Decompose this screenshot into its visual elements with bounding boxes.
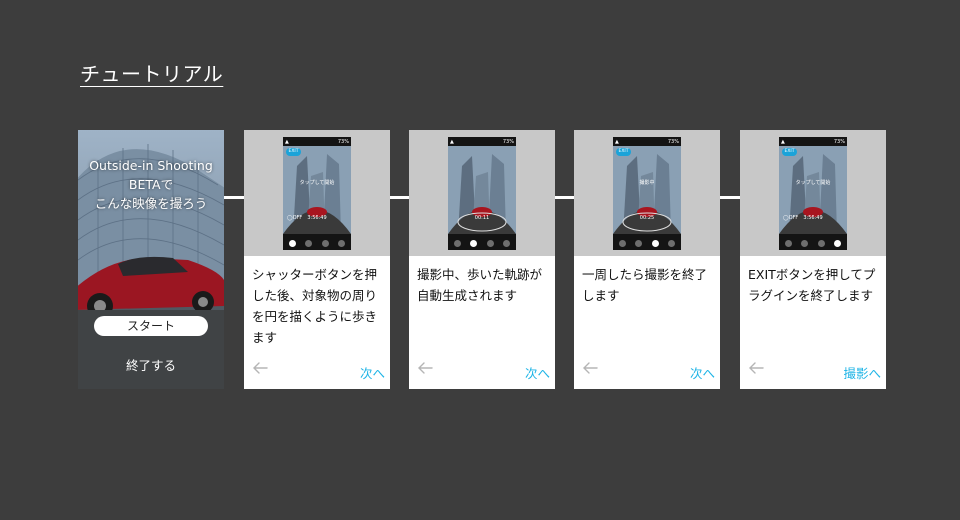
shield-icon: ▲ [285,138,289,145]
page-indicator-dot [618,239,626,247]
page-indicator [613,238,681,248]
next-button[interactable]: 次へ [360,363,385,382]
arrow-left-icon[interactable] [748,361,764,375]
shield-icon: ▲ [615,138,619,145]
page-indicator [448,238,516,248]
tutorial-description: シャッターボタンを押した後、対象物の周りを円を描くように歩きます [252,267,378,345]
page-indicator-dot [503,239,511,247]
phone-exit-badge: EXIT [286,148,301,156]
start-title-line: Outside-in Shooting [89,158,213,173]
battery-text: 73% [502,138,514,145]
tutorial-description: 撮影中、歩いた軌跡が自動生成されます [417,267,543,303]
phone-timer-text: 3:56:49 [307,215,327,221]
page-indicator-dot [453,239,461,247]
tutorial-image-area: ▲ 73% EXIT タップして開始 ◯OFF 3:56:49 [244,130,390,256]
page-indicator-dot [651,239,659,247]
page-indicator [779,238,847,248]
arrow-left-icon[interactable] [417,361,433,375]
shield-icon: ▲ [781,138,785,145]
phone-screenshot: ▲ 73% EXIT 撮影中 00:25 [613,137,681,250]
start-button[interactable]: スタート [94,316,208,336]
page-indicator-dot [801,239,809,247]
page-indicator-dot [288,239,296,247]
page-indicator-dot [834,239,842,247]
phone-timer-text: 00:25 [639,215,655,221]
page-indicator-dot [470,239,478,247]
arrow-left-icon[interactable] [252,361,268,375]
tutorial-description: 一周したら撮影を終了します [582,267,708,303]
phone-status-bar: ▲ 73% [779,137,847,146]
phone-screenshot: ▲ 73% 00:11 [448,137,516,250]
battery-text: 73% [833,138,845,145]
page-indicator-dot [668,239,676,247]
tutorial-image-area: ▲ 73% 00:11 [409,130,555,256]
phone-overlay-text: タップして開始 [299,180,335,186]
start-card: Outside-in Shooting BETAで こんな映像を撮ろう スタート… [78,130,224,389]
shield-icon: ▲ [450,138,454,145]
next-button[interactable]: 撮影へ [843,363,881,382]
phone-screenshot: ▲ 73% EXIT タップして開始 ◯OFF 3:56:49 [779,137,847,250]
page-indicator-dot [486,239,494,247]
next-button[interactable]: 次へ [690,363,715,382]
phone-status-bar: ▲ 73% [283,137,351,146]
start-title-line: こんな映像を撮ろう [94,196,208,211]
phone-overlay-text: 撮影中 [639,180,655,186]
phone-timer-text: 00:11 [474,215,490,221]
phone-status-bar: ▲ 73% [448,137,516,146]
page-indicator [283,238,351,248]
arrow-left-icon[interactable] [582,361,598,375]
phone-exit-badge: EXIT [616,148,631,156]
tutorial-image-area: ▲ 73% EXIT 撮影中 00:25 [574,130,720,256]
phone-status-bar: ▲ 73% [613,137,681,146]
page-title: チュートリアル [80,62,224,86]
tutorial-image-area: ▲ 73% EXIT タップして開始 ◯OFF 3:56:49 [740,130,886,256]
page-indicator-dot [305,239,313,247]
phone-screenshot: ▲ 73% EXIT タップして開始 ◯OFF 3:56:49 [283,137,351,250]
page-indicator-dot [817,239,825,247]
start-card-title: Outside-in Shooting BETAで こんな映像を撮ろう [78,156,224,213]
tutorial-card: ▲ 73% EXIT 撮影中 00:25 一周したら撮影を終了します 次へ [574,130,720,389]
page-indicator-dot [784,239,792,247]
phone-timer-text: 3:56:49 [803,215,823,221]
tutorial-description: EXITボタンを押してプラグインを終了します [748,267,876,303]
page-indicator-dot [321,239,329,247]
quit-button[interactable]: 終了する [78,355,224,374]
page-indicator-dot [338,239,346,247]
battery-text: 73% [667,138,679,145]
tutorial-card: ▲ 73% EXIT タップして開始 ◯OFF 3:56:49 [740,130,886,389]
battery-text: 73% [337,138,349,145]
page-indicator-dot [635,239,643,247]
phone-overlay-text: タップして開始 [795,180,831,186]
next-button[interactable]: 次へ [525,363,550,382]
phone-exit-badge: EXIT [782,148,797,156]
tutorial-card: ▲ 73% EXIT タップして開始 ◯OFF 3:56:49 [244,130,390,389]
tutorial-card: ▲ 73% 00:11 撮影中、歩いた軌跡が自動生成されます 次へ [409,130,555,389]
start-title-line: BETAで [128,177,174,192]
